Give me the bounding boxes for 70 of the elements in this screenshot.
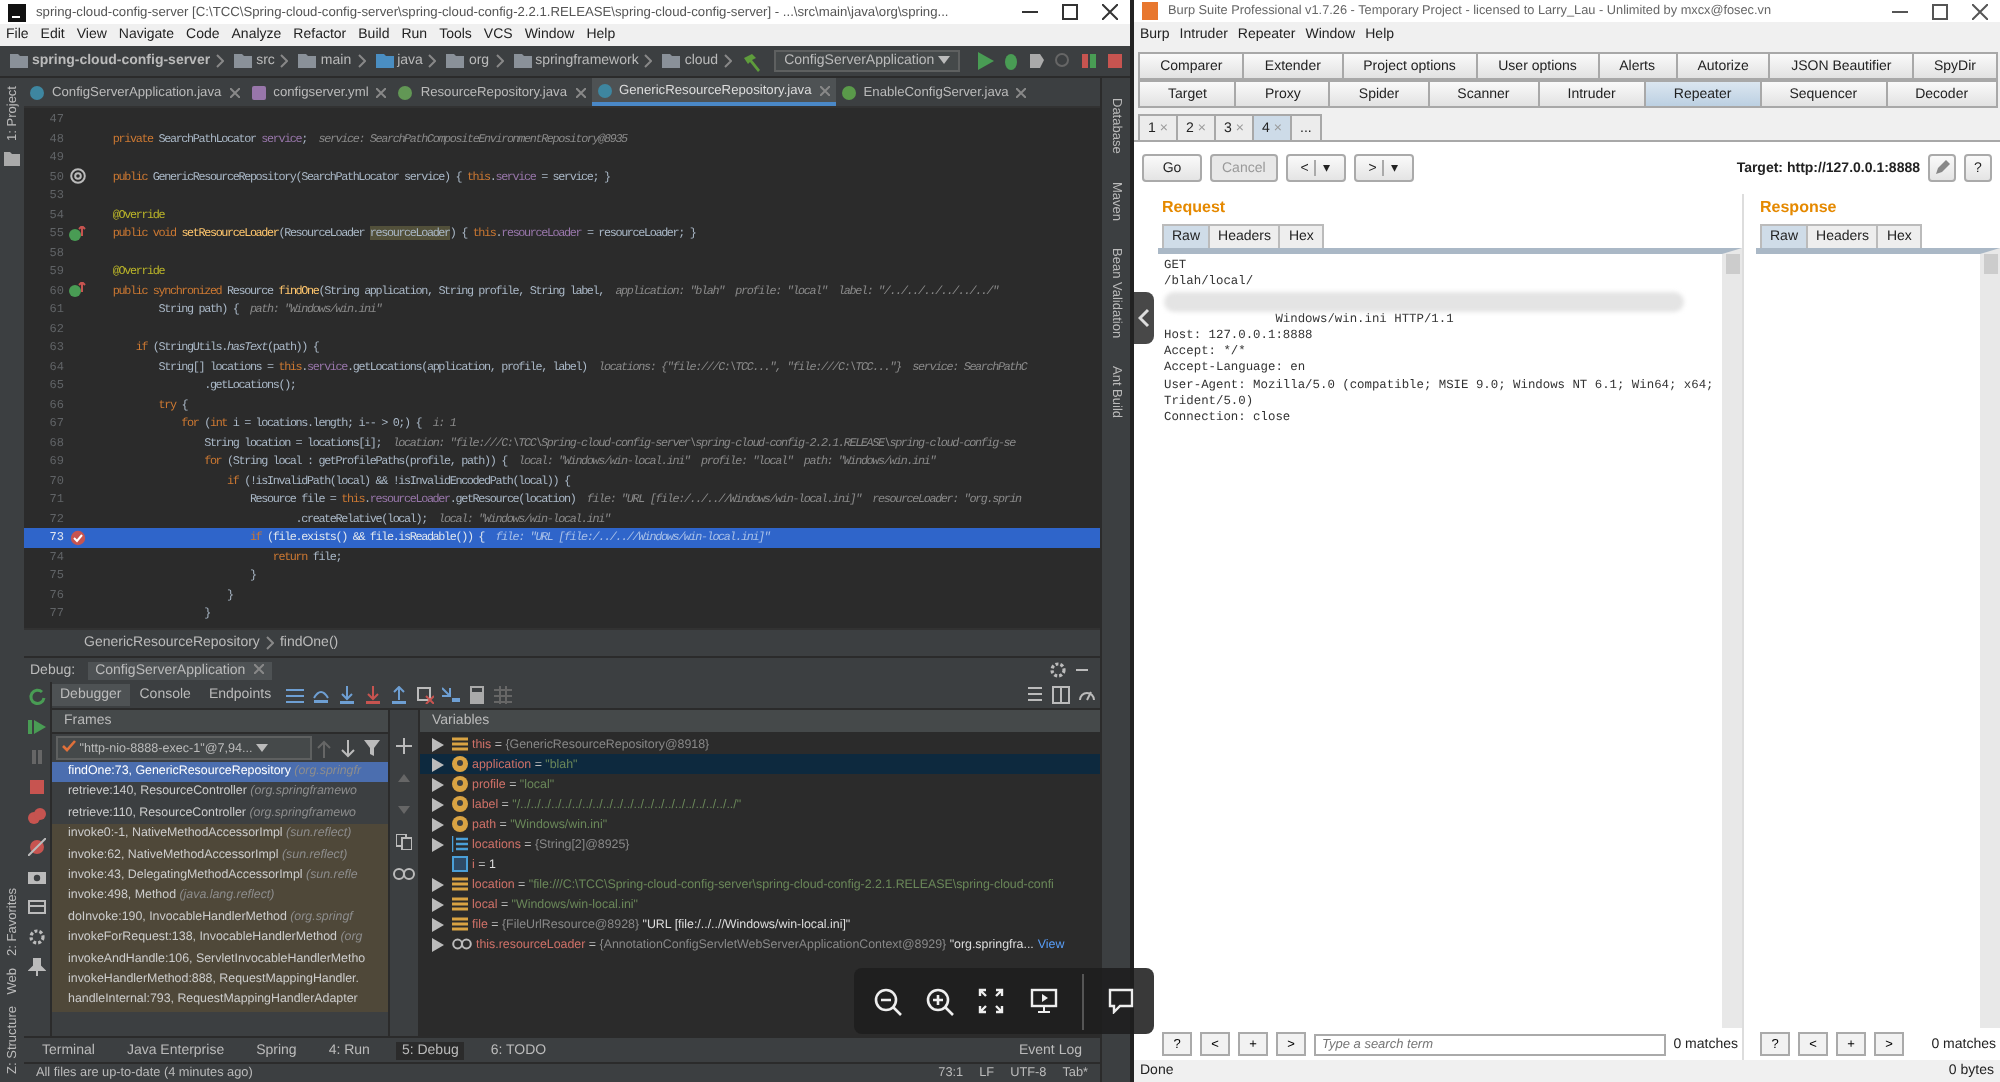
slideshow-icon[interactable] bbox=[1029, 988, 1058, 1014]
close-icon[interactable] bbox=[1972, 3, 1988, 19]
chevron-icon bbox=[644, 54, 653, 68]
folder-icon bbox=[298, 54, 317, 68]
step-over-icon[interactable] bbox=[311, 686, 330, 704]
override-icon[interactable] bbox=[68, 282, 86, 299]
settings-icon[interactable] bbox=[1050, 662, 1066, 678]
folder-icon bbox=[446, 54, 465, 68]
chevron-icon bbox=[495, 54, 504, 68]
settings-icon[interactable] bbox=[28, 928, 46, 946]
implements-icon[interactable] bbox=[69, 168, 85, 185]
folder-icon[interactable] bbox=[4, 152, 20, 167]
chevron-icon bbox=[216, 54, 225, 68]
hammer-icon[interactable] bbox=[742, 51, 763, 71]
breakpoint-icon[interactable] bbox=[69, 529, 85, 546]
caret-icon bbox=[255, 744, 268, 752]
edit-target-button[interactable] bbox=[1928, 154, 1956, 182]
app-icon bbox=[1142, 2, 1158, 20]
calculator-icon[interactable] bbox=[467, 686, 486, 704]
chevron-left-icon bbox=[1138, 308, 1150, 328]
folder-icon bbox=[375, 54, 394, 68]
zoom-out-icon[interactable] bbox=[874, 987, 903, 1015]
filter-icon[interactable] bbox=[364, 740, 380, 756]
caret-icon bbox=[938, 56, 951, 64]
menu-icon[interactable] bbox=[285, 687, 304, 703]
override-icon[interactable] bbox=[68, 225, 86, 242]
list-icon[interactable] bbox=[1026, 686, 1044, 704]
previous-image-button[interactable] bbox=[1134, 292, 1154, 344]
chevron-icon bbox=[357, 54, 366, 68]
stop-icon[interactable] bbox=[1106, 52, 1125, 70]
stop-icon[interactable] bbox=[28, 778, 46, 796]
close-icon[interactable] bbox=[1102, 4, 1118, 20]
maximize-icon[interactable] bbox=[1932, 3, 1948, 19]
breakpoints-icon[interactable] bbox=[28, 808, 46, 826]
step-into-icon[interactable] bbox=[337, 686, 356, 704]
resume-icon[interactable] bbox=[28, 718, 46, 736]
chevron-icon bbox=[724, 54, 733, 68]
mute-breakpoints-icon[interactable] bbox=[28, 838, 46, 856]
down-arrow-icon[interactable] bbox=[340, 739, 356, 757]
check-icon bbox=[62, 740, 76, 752]
fullscreen-icon[interactable] bbox=[978, 988, 1005, 1014]
response-title: Response bbox=[1758, 196, 1839, 220]
add-watch-icon[interactable] bbox=[396, 738, 412, 754]
force-step-into-icon[interactable] bbox=[363, 686, 382, 704]
camera-icon[interactable] bbox=[28, 868, 46, 886]
maximize-icon[interactable] bbox=[1062, 4, 1078, 20]
comment-icon[interactable] bbox=[1107, 988, 1134, 1014]
chevron-icon bbox=[280, 54, 289, 68]
copy-icon[interactable] bbox=[396, 834, 412, 850]
folder-icon bbox=[513, 54, 532, 68]
pin-icon[interactable] bbox=[28, 958, 46, 976]
bug-icon[interactable] bbox=[1002, 52, 1021, 70]
layout-icon[interactable] bbox=[28, 898, 46, 916]
step-out-icon[interactable] bbox=[389, 686, 408, 704]
chevron-icon bbox=[428, 54, 437, 68]
chevron-icon bbox=[265, 636, 274, 650]
folder-icon bbox=[662, 54, 681, 68]
folder-icon bbox=[234, 54, 253, 68]
gauge-icon[interactable] bbox=[1078, 686, 1096, 704]
run-icon[interactable] bbox=[976, 52, 995, 70]
drop-frame-icon[interactable] bbox=[415, 686, 434, 704]
pencil-icon bbox=[1934, 160, 1950, 176]
scrollbar[interactable] bbox=[1984, 254, 1998, 274]
request-title: Request bbox=[1160, 196, 1228, 220]
zoom-in-icon[interactable] bbox=[926, 987, 955, 1015]
folder-icon bbox=[10, 54, 28, 68]
run-to-cursor-icon[interactable] bbox=[441, 686, 460, 704]
columns-icon[interactable] bbox=[1052, 686, 1070, 704]
watches-icon[interactable] bbox=[392, 866, 416, 882]
scrollbar[interactable] bbox=[1726, 254, 1740, 274]
